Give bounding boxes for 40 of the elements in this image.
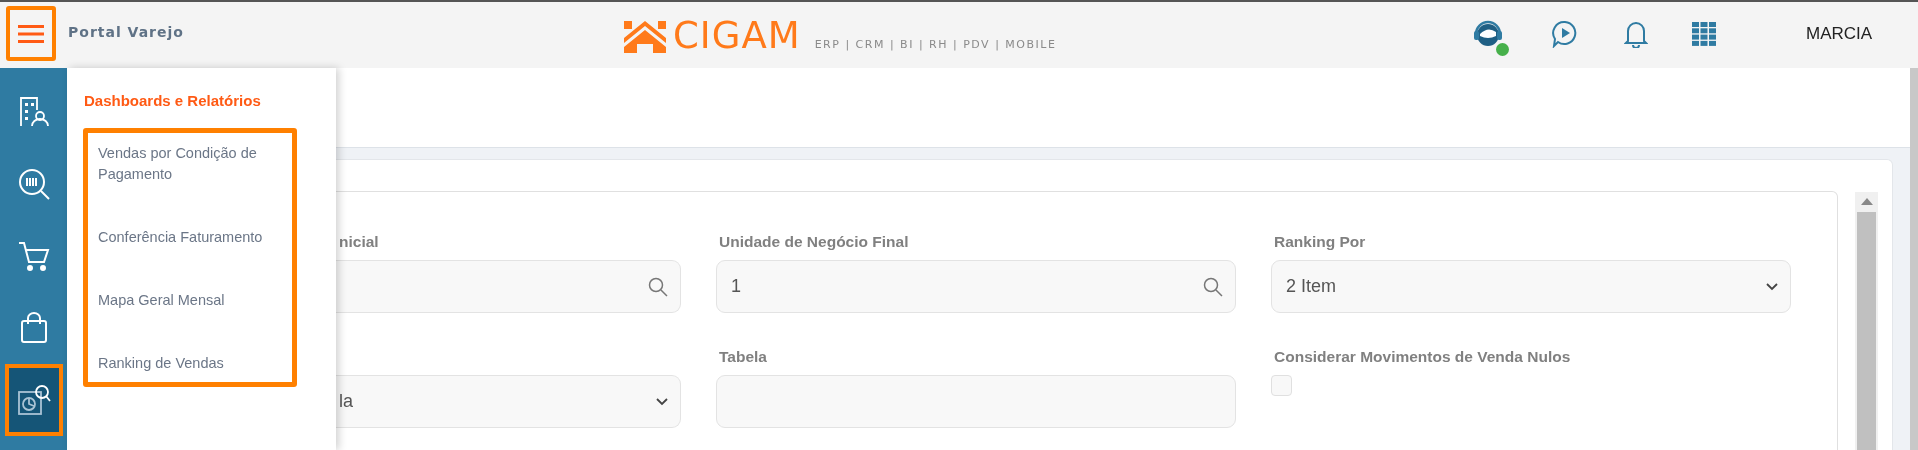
window-scrollbar[interactable] (1910, 68, 1918, 450)
field-label: Considerar Movimentos de Venda Nulos (1273, 347, 1572, 364)
building-user-icon (18, 96, 50, 128)
search-icon (1203, 276, 1223, 297)
search-icon (648, 276, 668, 297)
checkbox[interactable] (1271, 375, 1292, 396)
dropdown-select[interactable]: 2 Item (1271, 260, 1791, 313)
sidebar-item[interactable] (5, 364, 63, 436)
scroll-up-icon[interactable] (1861, 198, 1873, 205)
dropdown-select[interactable]: la (336, 375, 681, 428)
menu-item[interactable]: Ranking de Vendas (98, 352, 292, 374)
lookup-field[interactable] (336, 260, 681, 313)
logo-text: CIGAM (673, 18, 801, 54)
field-label: Unidade de Negócio Final (718, 232, 910, 249)
menu-item[interactable]: Mapa Geral Mensal (98, 289, 292, 311)
search-chart-icon (17, 167, 51, 201)
field-label: Ranking Por (1273, 232, 1367, 249)
video-play-icon[interactable] (1552, 20, 1578, 48)
menu-item[interactable]: Vendas por Condição de Pagamento (98, 142, 292, 185)
menu-button[interactable] (6, 6, 56, 61)
input-field[interactable] (716, 375, 1236, 428)
caret-icon (1766, 282, 1778, 291)
field-label: Tabela (718, 347, 768, 364)
apps-grid-icon[interactable] (1692, 21, 1716, 47)
lookup-field[interactable]: 1 (716, 260, 1236, 313)
caret-icon (656, 397, 668, 406)
report-search-icon (17, 384, 51, 416)
app-title: Portal Varejo (68, 23, 184, 42)
scrollbar[interactable] (1855, 192, 1878, 450)
shopping-bag-icon (20, 312, 48, 344)
menu-heading: Dashboards e Relatórios (83, 91, 262, 111)
menu-item[interactable]: Conferência Faturamento (98, 226, 292, 248)
logo-tagline: ERP | CRM | BI | RH | PDV | MOBILE (814, 36, 1057, 53)
shopping-cart-icon (18, 240, 50, 272)
scrollbar-thumb[interactable] (1857, 212, 1876, 450)
field-label: nicial (338, 232, 380, 249)
user-name[interactable]: MARCIA (1806, 21, 1873, 47)
logo-icon (623, 20, 667, 54)
menu-icon (18, 23, 44, 44)
notification-bell-icon[interactable] (1624, 20, 1648, 48)
